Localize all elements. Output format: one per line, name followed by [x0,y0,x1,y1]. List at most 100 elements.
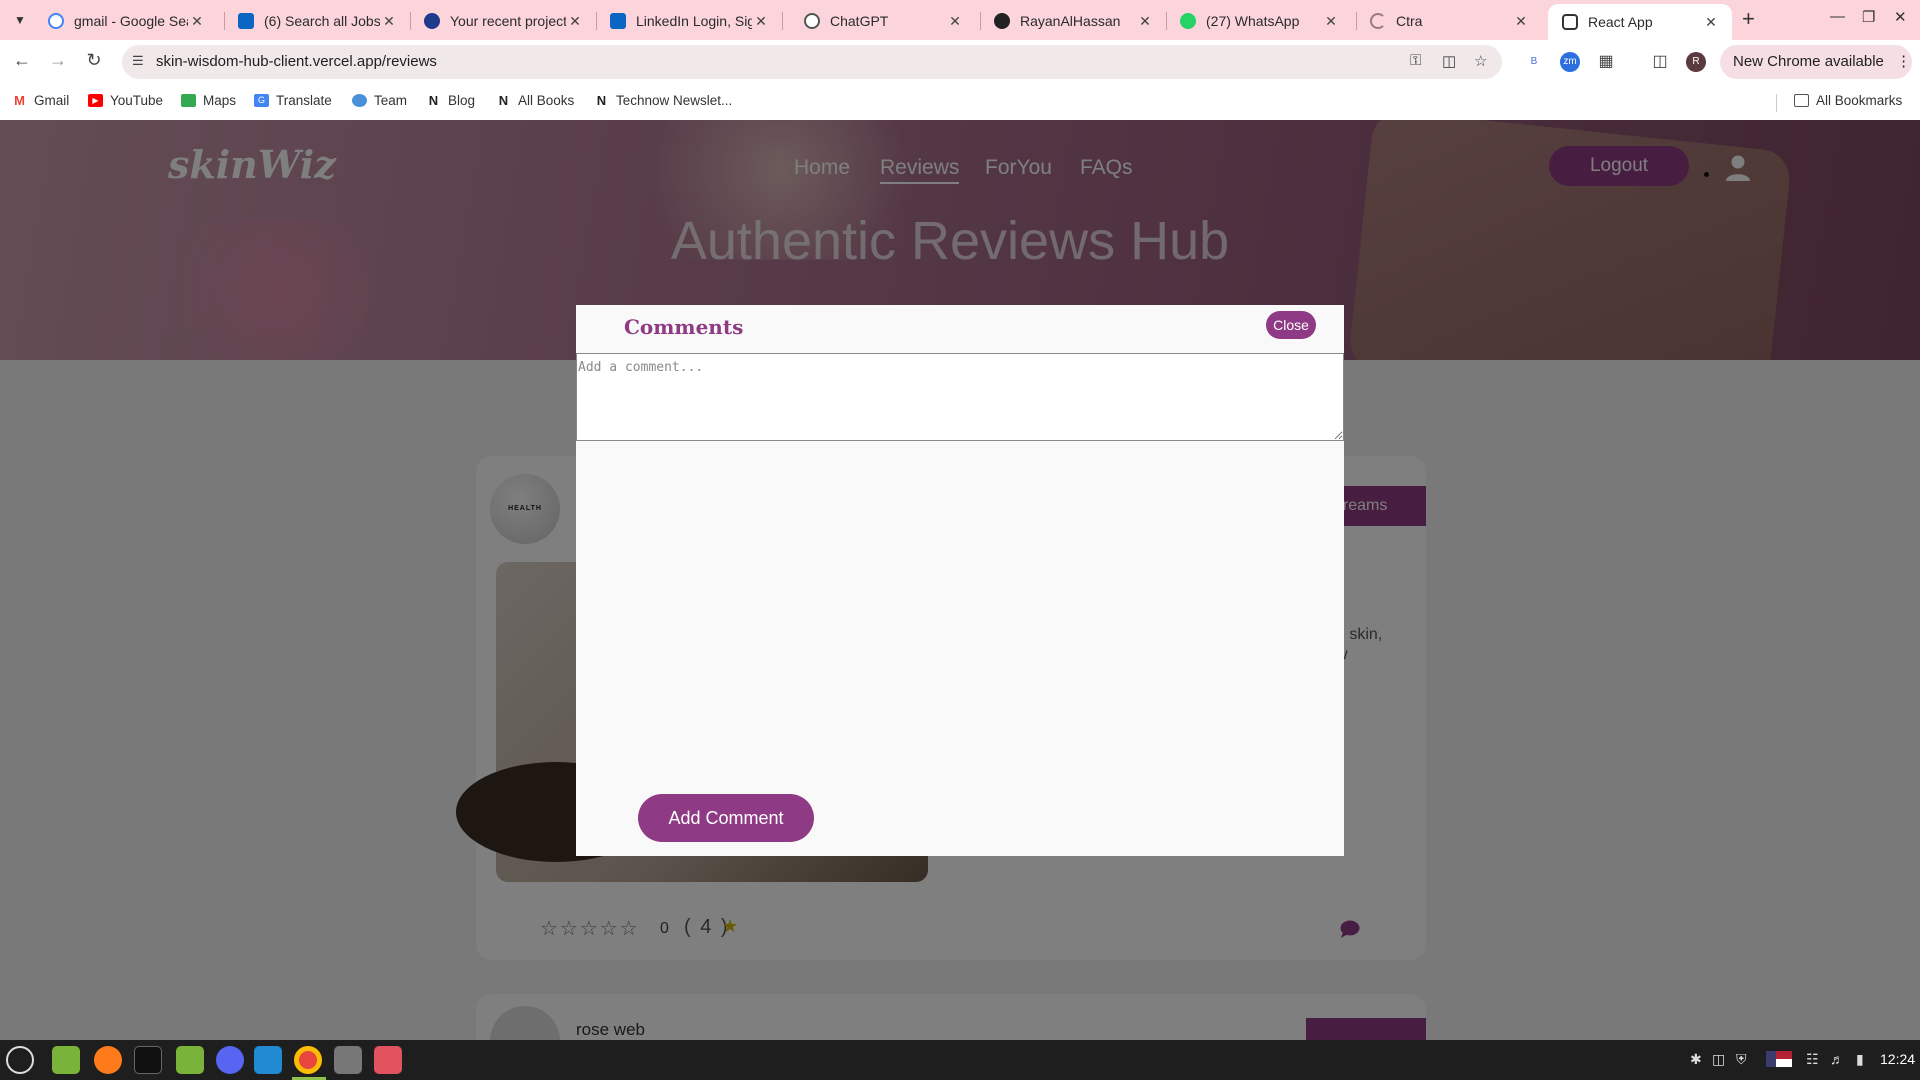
tab-title: Your recent projects [450,13,566,29]
bookmark-technow[interactable]: N Technow Newslet... [594,93,733,108]
react-icon [1562,14,1578,30]
screen-reader-icon[interactable] [374,1046,402,1074]
tab-title: Ctra [1396,13,1423,29]
bookmark-blog[interactable]: N Blog [426,93,475,108]
discord-icon[interactable] [216,1046,244,1074]
us-flag-icon[interactable] [1766,1051,1792,1067]
password-key-icon[interactable]: ⚿ [1410,52,1421,69]
all-bookmarks-button[interactable]: All Bookmarks [1794,93,1902,108]
bookmark-youtube[interactable]: ▶ YouTube [88,93,163,108]
bookmark-team[interactable]: Team [352,93,407,108]
close-tab-icon[interactable]: ✕ [380,13,398,30]
profile-avatar[interactable]: R [1686,52,1706,72]
close-tab-icon[interactable]: ✕ [1702,14,1720,31]
tab-chatgpt[interactable]: ChatGPT ✕ [790,6,976,36]
bookmarks-bar: M Gmail ▶ YouTube Maps G Translate Team … [0,85,1920,120]
site-info-icon[interactable]: ☰ [132,53,150,71]
tab-react-app[interactable]: React App ✕ [1548,4,1732,40]
bookmark-label: Team [374,93,408,108]
address-bar[interactable]: ☰ skin-wisdom-hub-client.vercel.app/revi… [122,45,1502,79]
bookmark-translate[interactable]: G Translate [254,93,332,108]
bookmark-label: Translate [276,93,332,108]
tab-gmail-search[interactable]: gmail - Google Sear ✕ [34,6,218,36]
maps-icon [181,94,196,107]
close-window-icon[interactable]: ✕ [1894,8,1907,26]
terminal-icon[interactable] [134,1046,162,1074]
tab-search-button[interactable]: ▼ [8,8,32,32]
tab-github[interactable]: RayanAlHassan ✕ [980,6,1166,36]
gmail-icon: M [14,93,25,108]
tab-title: gmail - Google Sear [74,13,188,29]
bookmark-all-books[interactable]: N All Books [496,93,574,108]
install-app-icon[interactable]: ◫ [1442,52,1456,70]
show-desktop-icon[interactable] [52,1046,80,1074]
close-tab-icon[interactable]: ✕ [1512,13,1530,30]
vscode-icon[interactable] [254,1046,282,1074]
tab-linkedin-jobs[interactable]: (6) Search all Jobs | ✕ [224,6,410,36]
extensions-puzzle-icon[interactable]: ▦ [1596,52,1616,72]
network-manager-icon[interactable] [334,1046,362,1074]
tab-recent-projects[interactable]: Your recent projects ✕ [410,6,596,36]
bitwarden-extension-icon[interactable]: B [1524,52,1544,72]
notion-icon: N [596,93,607,108]
restore-icon[interactable]: ❐ [1862,8,1875,26]
bookmark-maps[interactable]: Maps [181,93,236,108]
bookmark-label: All Books [518,93,575,108]
tab-title: (27) WhatsApp [1206,13,1300,29]
google-icon [48,13,64,29]
youtube-icon: ▶ [88,94,103,107]
clock[interactable]: 12:24 [1880,1051,1915,1067]
tab-whatsapp[interactable]: (27) WhatsApp ✕ [1166,6,1352,36]
notion-icon: N [498,93,509,108]
github-icon [994,13,1010,29]
shield-icon[interactable]: ⛨ [1736,1051,1747,1068]
new-chrome-available-button[interactable]: New Chrome available ⋮ [1720,45,1912,79]
close-tab-icon[interactable]: ✕ [752,13,770,30]
bookmark-label: YouTube [110,93,164,108]
url-text: skin-wisdom-hub-client.vercel.app/review… [156,53,437,70]
comment-textarea[interactable] [576,353,1344,441]
loading-icon [1370,13,1386,29]
add-comment-button[interactable]: Add Comment [638,794,814,842]
new-tab-button[interactable]: + [1742,6,1755,32]
tab-title: (6) Search all Jobs | [264,13,380,29]
bookmark-label: Technow Newslet... [616,93,733,108]
tab-linkedin-login[interactable]: LinkedIn Login, Sign ✕ [596,6,782,36]
side-panel-icon[interactable]: ◫ [1650,52,1670,72]
wifi-icon[interactable]: ☷ [1806,1051,1819,1068]
comments-modal: Comments Close Add Comment [576,305,1344,856]
mint-menu-icon[interactable] [6,1046,34,1074]
files-icon[interactable] [176,1046,204,1074]
bluetooth-icon[interactable]: ✱ [1690,1051,1702,1068]
translate-icon: G [254,94,269,107]
bookmark-star-icon[interactable]: ☆ [1474,52,1487,70]
battery-icon[interactable]: ▮ [1856,1051,1864,1068]
close-tab-icon[interactable]: ✕ [946,13,964,30]
firefox-icon[interactable] [94,1046,122,1074]
chrome-icon[interactable] [294,1046,322,1074]
close-button[interactable]: Close [1266,311,1316,339]
browser-toolbar: ← → ↻ ☰ skin-wisdom-hub-client.vercel.ap… [0,40,1920,85]
reload-icon[interactable]: ↻ [82,50,106,71]
zoom-extension-icon[interactable]: zm [1560,52,1580,72]
team-icon [352,94,367,107]
minimize-icon[interactable]: — [1830,8,1845,25]
volume-icon[interactable]: ♬ [1830,1051,1844,1067]
close-tab-icon[interactable]: ✕ [1136,13,1154,30]
bookmark-gmail[interactable]: M Gmail [12,93,69,108]
forward-arrow-icon[interactable]: → [46,50,70,71]
back-arrow-icon[interactable]: ← [10,50,34,71]
bookmark-label: Gmail [34,93,70,108]
close-tab-icon[interactable]: ✕ [566,13,584,30]
clipboard-icon[interactable]: ◫ [1712,1051,1725,1068]
close-tab-icon[interactable]: ✕ [1322,13,1340,30]
close-tab-icon[interactable]: ✕ [188,13,206,30]
whatsapp-icon [1180,13,1196,29]
new-chrome-label: New Chrome available [1733,53,1884,70]
projects-icon [424,13,440,29]
chatgpt-icon [804,13,820,29]
tab-strip: ▼ gmail - Google Sear ✕ (6) Search all J… [0,0,1920,40]
tab-ctra[interactable]: Ctra ✕ [1356,6,1542,36]
os-taskbar: ✱ ◫ ⛨ ☷ ♬ ▮ 12:24 [0,1040,1920,1080]
bookmarks-divider [1776,94,1777,112]
